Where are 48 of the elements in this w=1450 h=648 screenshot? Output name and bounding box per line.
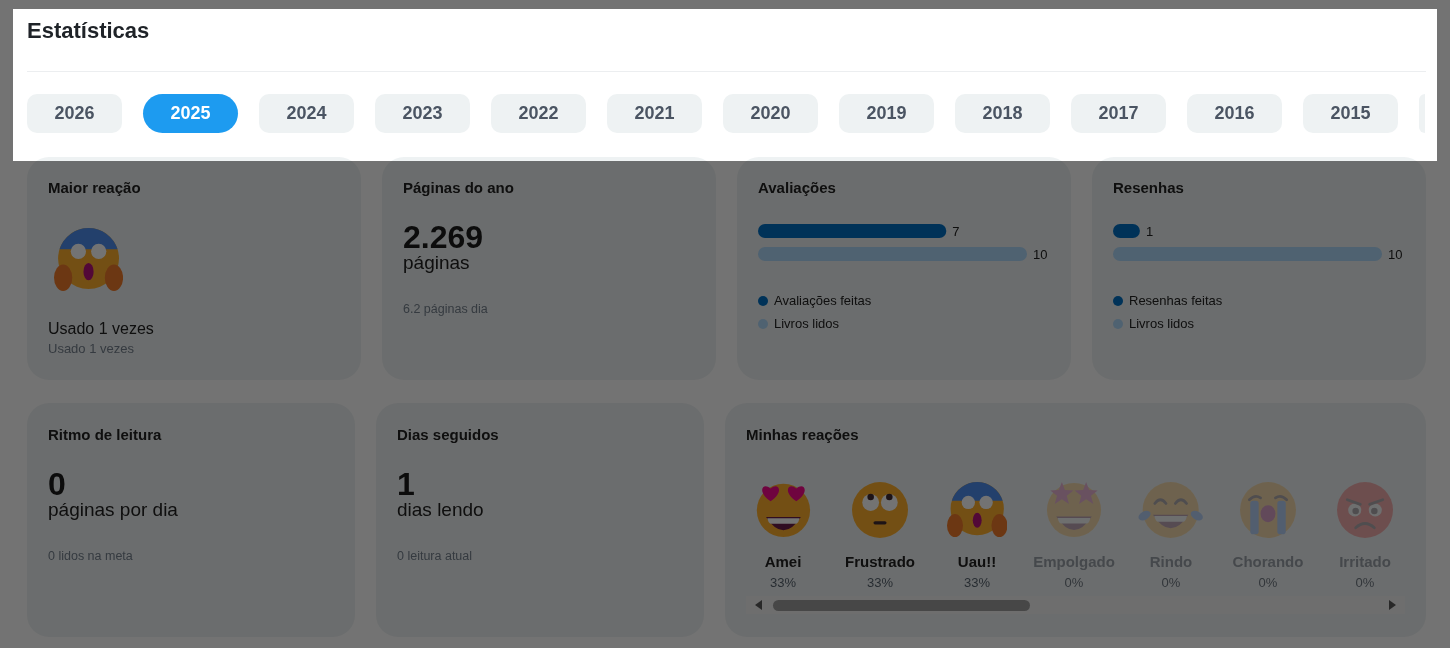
year-tab[interactable]: 2020 (723, 94, 818, 133)
reaction-percent: 33% (867, 575, 893, 591)
stat-value: 2.269 (403, 222, 484, 252)
scroll-right-icon[interactable] (1389, 600, 1396, 610)
bar-value-label: 1 (1145, 224, 1154, 239)
reaction-label: Amei (764, 553, 802, 571)
legend-label: Resenhas feitas (1129, 292, 1223, 310)
card-title: Páginas do ano (403, 179, 514, 197)
year-tab[interactable]: 2026 (27, 94, 122, 133)
bar-value-label: 10 (1388, 246, 1403, 261)
stat-value: 0 (48, 469, 66, 499)
card-title: Avaliações (758, 179, 836, 197)
scroll-left-icon[interactable] (755, 600, 762, 610)
stat-value: 1 (397, 469, 415, 499)
stat-unit: páginas por dia (48, 499, 178, 521)
reaction-label: Uau!! (957, 553, 997, 571)
page-title: Estatísticas (27, 17, 150, 45)
stat-unit: páginas (403, 252, 470, 274)
year-tab[interactable]: 2016 (1187, 94, 1282, 133)
year-tab[interactable]: 2021 (607, 94, 702, 133)
scrollbar-thumb[interactable] (773, 599, 1030, 611)
card-title: Resenhas (1113, 179, 1184, 197)
reaction-percent: 33% (770, 575, 796, 591)
year-tab[interactable]: 2015 (1303, 94, 1398, 133)
card-title: Dias seguidos (397, 426, 499, 444)
year-tab[interactable]: 2019 (839, 94, 934, 133)
usage-count: Usado 1 vezes (48, 319, 154, 339)
card-title: Maior reação (48, 179, 141, 197)
year-tab[interactable]: 2024 (259, 94, 354, 133)
legend-label: Livros lidos (774, 315, 840, 333)
year-tab[interactable]: 2018 (955, 94, 1050, 133)
reaction-label: Frustrado (845, 553, 915, 571)
bar-value-label: 10 (1033, 246, 1048, 261)
legend-label: Avaliações feitas (774, 292, 872, 310)
reaction-percent: 0% (1258, 575, 1278, 591)
year-tab[interactable]: 2023 (375, 94, 470, 133)
year-tab[interactable]: 2022 (491, 94, 586, 133)
reaction-percent: 33% (964, 575, 990, 591)
reaction-percent: 0% (1161, 575, 1181, 591)
screaming-face-emoji-icon (54, 228, 124, 292)
year-tab[interactable]: 2017 (1071, 94, 1166, 133)
reaction-percent: 0% (1355, 575, 1375, 591)
reaction-percent: 0% (1064, 575, 1084, 591)
stat-unit: dias lendo (397, 499, 484, 521)
card-title: Ritmo de leitura (48, 426, 162, 444)
legend-label: Livros lidos (1129, 315, 1195, 333)
bar-value-label: 7 (952, 224, 960, 239)
card-title: Minhas reações (746, 426, 859, 444)
